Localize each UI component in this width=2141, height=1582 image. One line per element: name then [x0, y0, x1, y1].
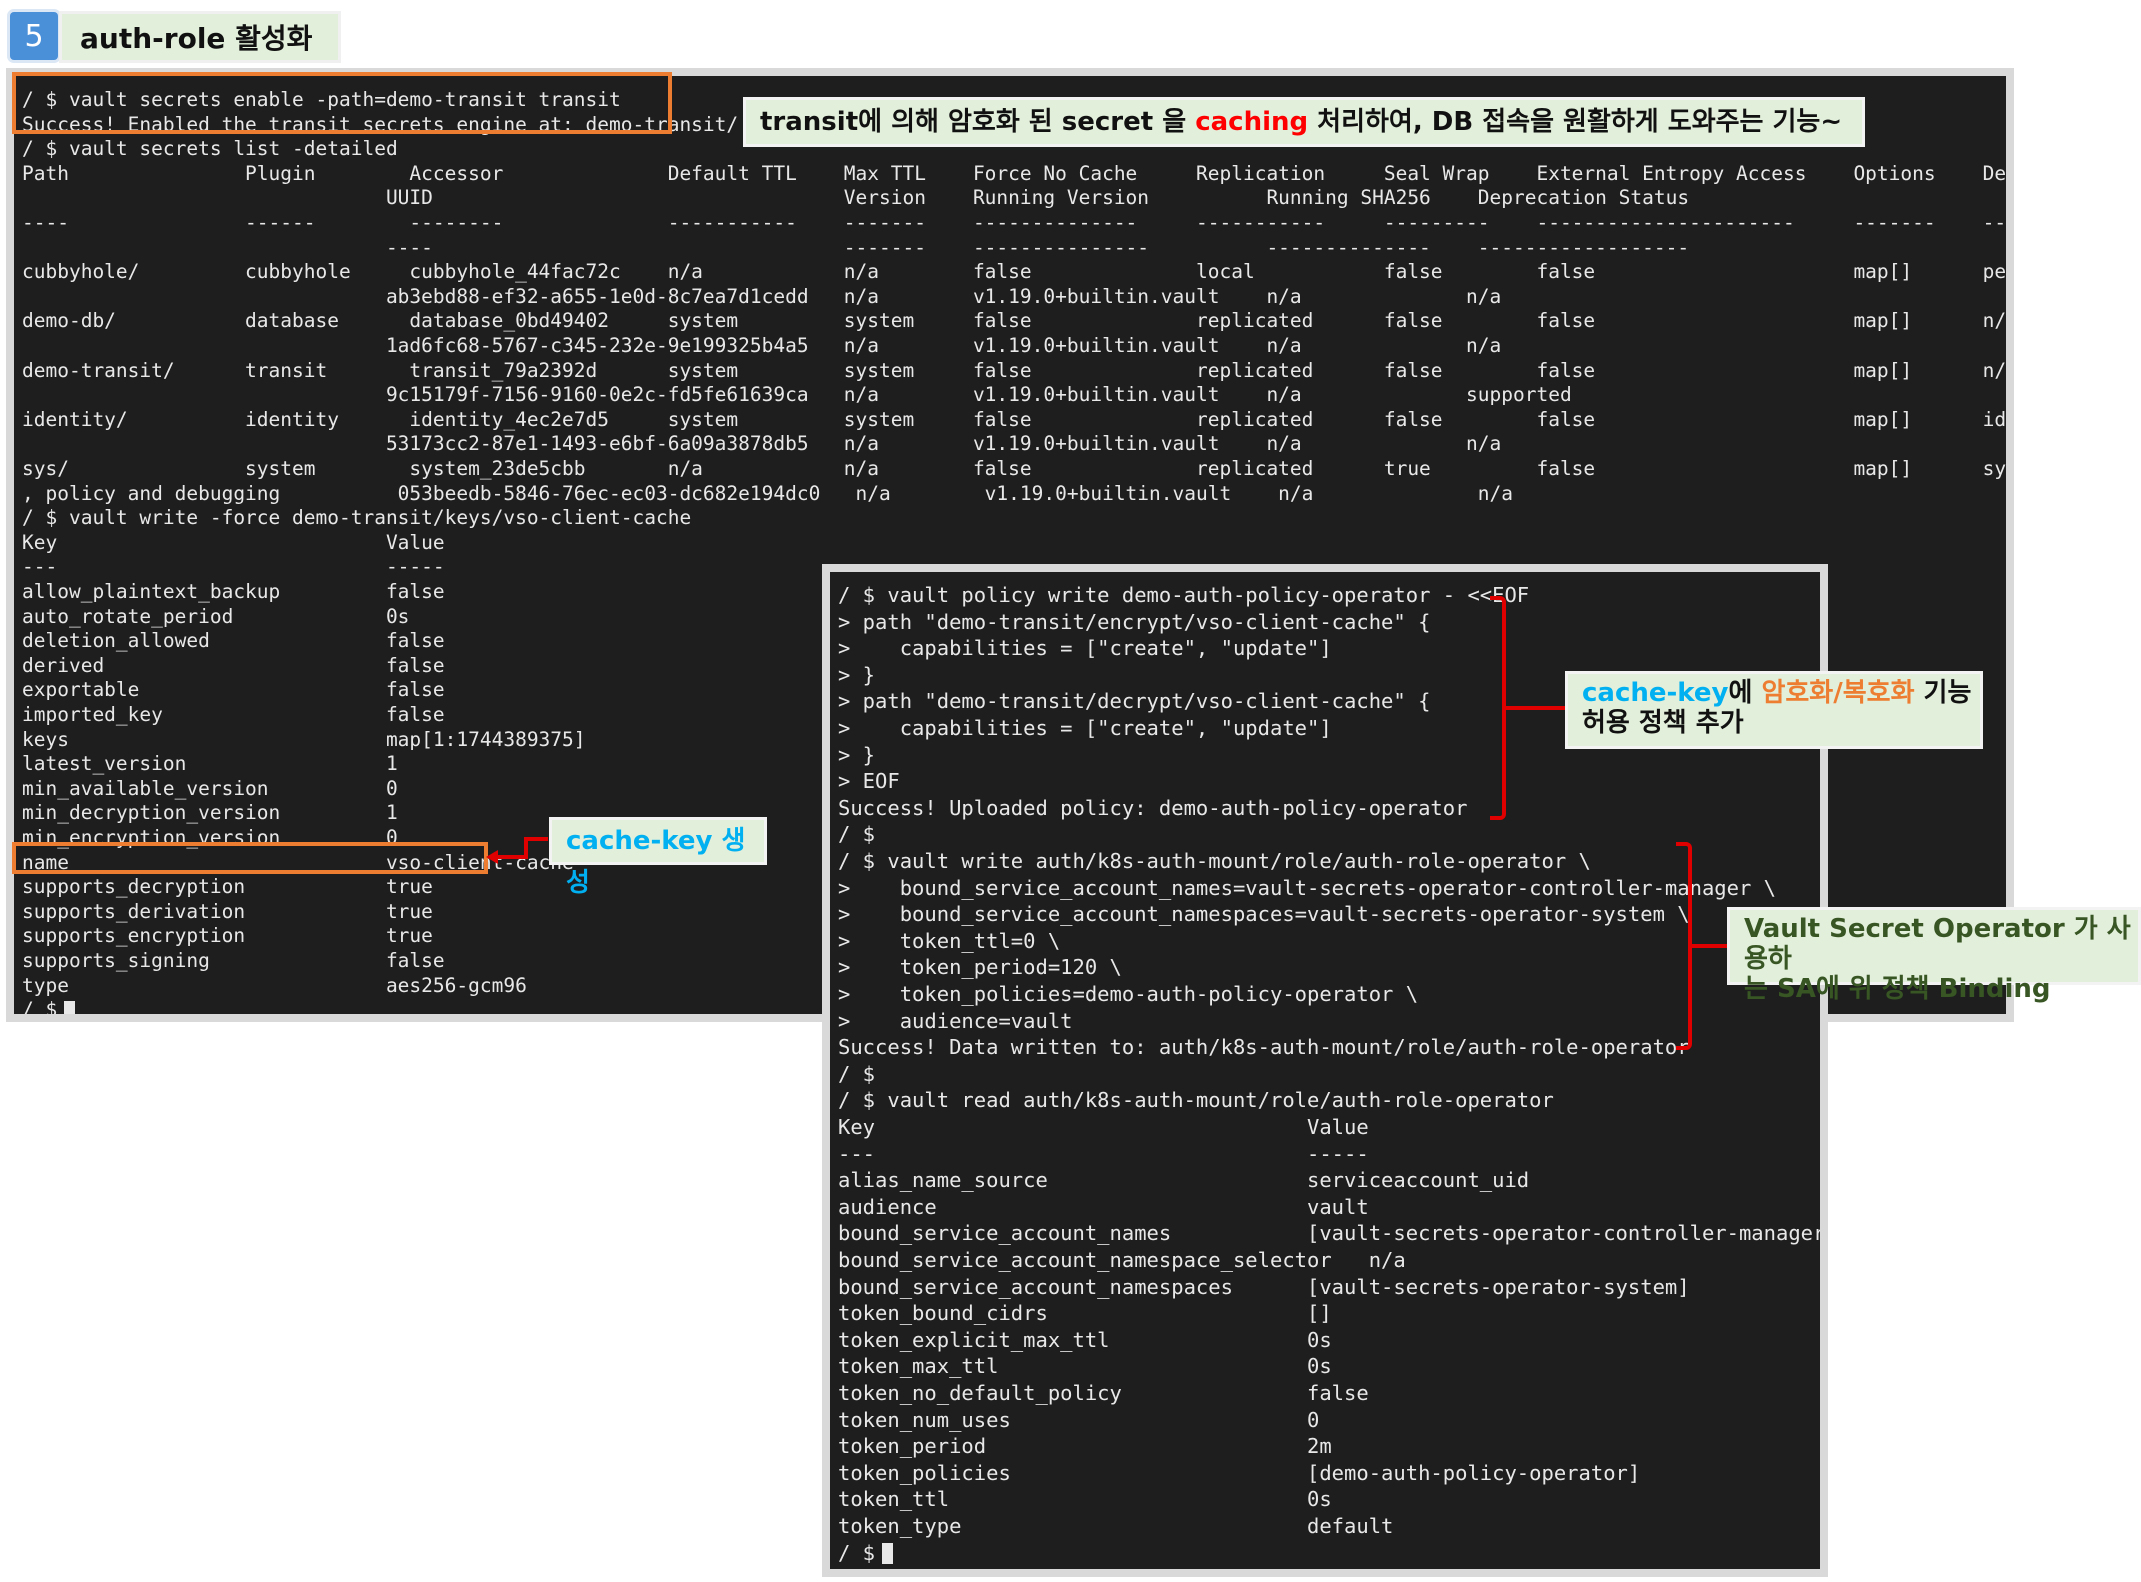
policy-callout-cachekey: cache-key: [1582, 678, 1729, 708]
terminal-line: token_explicit_max_ttl 0s: [838, 1327, 1332, 1352]
binding-callout: Vault Secret Operator 가 사용하 는 SA에 위 정책 B…: [1730, 910, 2138, 1004]
terminal-line: min_available_version 0: [22, 776, 398, 800]
terminal-line: --- -----: [22, 555, 445, 579]
terminal-line: token_bound_cidrs []: [838, 1301, 1332, 1326]
terminal-line: type aes256-gcm96: [22, 973, 527, 997]
step-number-badge: 5: [10, 12, 58, 60]
terminal-line: derived false: [22, 653, 445, 677]
terminal-line: > bound_service_account_namespaces=vault…: [838, 902, 1690, 927]
terminal-line: ---- ------- --------------- -----------…: [22, 235, 1690, 259]
terminal-line: > capabilities = ["create", "update"]: [838, 716, 1332, 740]
terminal-line: audience vault: [838, 1194, 1369, 1219]
terminal-line: token_type default: [838, 1514, 1394, 1538]
terminal-line: token_max_ttl 0s: [838, 1354, 1332, 1379]
terminal-line: Key Value: [838, 1115, 1369, 1139]
terminal-line: / $ vault write auth/k8s-auth-mount/role…: [838, 849, 1591, 873]
terminal-line: token_no_default_policy false: [838, 1381, 1369, 1405]
terminal-line: demo-db/ database database_0bd49402 syst…: [22, 309, 2006, 333]
policy-callout: cache-key에 암호화/복호화 기능 허용 정책 추가: [1568, 674, 1980, 746]
terminal-line: token_num_uses 0: [838, 1407, 1320, 1432]
terminal-line: token_ttl 0s: [838, 1487, 1332, 1512]
terminal-line: / $: [838, 1540, 888, 1565]
enable-command-highlight: [12, 72, 672, 134]
terminal-line: identity/ identity identity_4ec2e7d5 sys…: [22, 407, 2006, 431]
transit-callout-suffix: 처리하여, DB 접속을 원활하게 도와주는 기능~: [1308, 107, 1843, 137]
terminal-line: > token_ttl=0 \: [838, 928, 1061, 953]
terminal-line: imported_key false: [22, 703, 445, 726]
binding-callout-line1: Vault Secret Operator 가 사용하: [1744, 914, 2131, 974]
terminal-line: latest_version 1: [22, 752, 398, 776]
transit-callout-prefix: transit에 의해 암호화 된 secret 을: [760, 107, 1196, 137]
terminal-line: auto_rotate_period 0s: [22, 604, 410, 628]
terminal-line: / $ vault write -force demo-transit/keys…: [22, 506, 692, 530]
terminal-line: 53173cc2-87e1-1493-e6bf-6a09a3878db5 n/a…: [22, 432, 1502, 456]
terminal-line: Key Value: [22, 530, 445, 554]
policy-callout-particle: 에: [1728, 678, 1762, 708]
terminal-cursor: [882, 1542, 893, 1564]
terminal-line: deletion_allowed false: [22, 629, 445, 653]
name-row-highlight: [12, 842, 488, 874]
terminal-line: sys/ system system_23de5cbb n/a n/a fals…: [22, 457, 2006, 480]
terminal-line: > EOF: [838, 769, 900, 794]
terminal-line: 1ad6fc68-5767-c345-232e-9e199325b4a5 n/a…: [22, 334, 1502, 357]
terminal-line: supports_decryption true: [22, 875, 433, 899]
terminal-line: / $ vault secrets list -detailed: [22, 137, 398, 161]
terminal-line: demo-transit/ transit transit_79a2392d s…: [22, 358, 2006, 382]
binding-callout-line2: 는 SA에 위 정책 Binding: [1744, 974, 2051, 1004]
binding-bracket: [1676, 842, 1692, 1050]
terminal-line: / $ vault read auth/k8s-auth-mount/role/…: [838, 1088, 1554, 1113]
policy-callout-feature: 기능: [1914, 678, 1972, 708]
terminal-line: keys map[1:1744389375]: [22, 727, 586, 751]
terminal-line: > }: [838, 662, 876, 687]
cache-key-arrow: [486, 837, 548, 864]
terminal-line: --- -----: [838, 1141, 1369, 1166]
terminal-line: ab3ebd88-ef32-a655-1e0d-8c7ea7d1cedd n/a…: [22, 284, 1502, 308]
policy-bracket-connector: [1506, 706, 1568, 710]
transit-caching-callout: transit에 의해 암호화 된 secret 을 caching 처리하여,…: [746, 100, 1862, 144]
terminal-line: ---- ------ -------- ----------- -------…: [22, 211, 2006, 234]
terminal-line: > path "demo-transit/encrypt/vso-client-…: [838, 609, 1431, 634]
cache-key-create-callout: cache-key 생성: [552, 820, 764, 898]
terminal-line: token_policies [demo-auth-policy-operato…: [838, 1460, 1641, 1485]
terminal-line: supports_encryption true: [22, 924, 433, 948]
terminal-line: > capabilities = ["create", "update"]: [838, 636, 1332, 661]
terminal-line: > token_period=120 \: [838, 955, 1122, 980]
policy-bracket: [1490, 596, 1506, 820]
transit-callout-highlight: caching: [1195, 107, 1309, 137]
terminal-line: > token_policies=demo-auth-policy-operat…: [838, 982, 1419, 1006]
terminal-line: Path Plugin Accessor Default TTL Max TTL…: [22, 161, 2006, 185]
terminal-line: token_period 2m: [838, 1434, 1332, 1459]
terminal-line: 9c15179f-7156-9160-0e2c-fd5fe61639ca n/a…: [22, 383, 1572, 407]
terminal-line: exportable false: [22, 678, 445, 702]
terminal-line: > bound_service_account_names=vault-secr…: [838, 875, 1776, 900]
terminal-line: bound_service_account_namespaces [vault-…: [838, 1274, 1690, 1299]
terminal-line: supports_signing false: [22, 949, 445, 972]
policy-callout-encdec: 암호화/복호화: [1761, 678, 1915, 708]
terminal-line: cubbyhole/ cubbyhole cubbyhole_44fac72c …: [22, 260, 2006, 284]
terminal-line: Success! Data written to: auth/k8s-auth-…: [838, 1035, 1690, 1060]
terminal-cursor: [64, 1001, 75, 1014]
terminal-line: , policy and debugging 053beedb-5846-76e…: [22, 481, 1513, 505]
terminal-line: UUID Version Running Version Running SHA…: [22, 186, 1690, 210]
policy-callout-line1: cache-key에 암호화/복호화 기능: [1582, 678, 1980, 708]
policy-callout-line2: 허용 정책 추가: [1582, 708, 1744, 738]
terminal-line: / $ vault policy write demo-auth-policy-…: [838, 583, 1530, 607]
terminal-line: > audience=vault: [838, 1008, 1073, 1033]
terminal-line: / $: [22, 998, 69, 1014]
terminal-line: min_decryption_version 1: [22, 801, 398, 825]
terminal-line: Success! Uploaded policy: demo-auth-poli…: [838, 795, 1468, 820]
terminal-line: bound_service_account_namespace_selector…: [838, 1248, 1406, 1272]
terminal-line: supports_derivation true: [22, 899, 433, 923]
section-title: auth-role 활성화: [62, 14, 338, 60]
terminal-line: > path "demo-transit/decrypt/vso-client-…: [838, 689, 1431, 714]
binding-bracket-connector: [1692, 944, 1730, 948]
terminal-line: alias_name_source serviceaccount_uid: [838, 1168, 1530, 1193]
terminal-line: allow_plaintext_backup false: [22, 580, 445, 603]
terminal-line: / $: [838, 1061, 876, 1086]
terminal-line: > }: [838, 742, 876, 767]
terminal-line: bound_service_account_names [vault-secre…: [838, 1221, 1820, 1246]
terminal-line: / $: [838, 822, 876, 847]
